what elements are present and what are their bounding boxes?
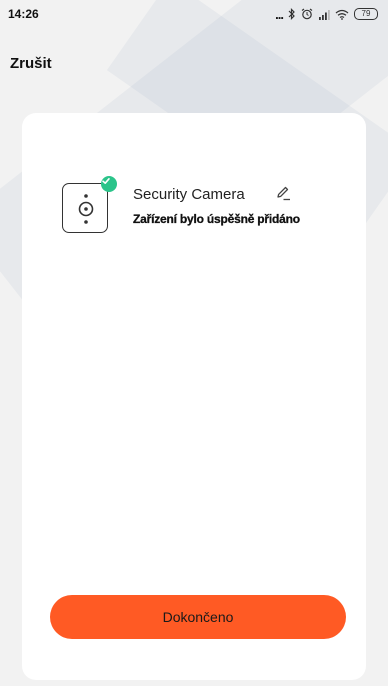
device-status: Zařízení bylo úspěšně přidáno	[133, 212, 300, 226]
more-dots-icon: ...	[275, 6, 284, 22]
check-icon	[101, 176, 117, 192]
screen: 14:26 ... 79 Zrušit Security Camera Zaří…	[0, 0, 388, 686]
result-card: Security Camera Zařízení bylo úspěšně př…	[22, 113, 366, 680]
alarm-icon	[301, 8, 313, 20]
battery-icon: 79	[354, 8, 378, 20]
edit-icon[interactable]	[274, 184, 292, 202]
camera-icon	[62, 176, 117, 233]
device-row: Security Camera Zařízení bylo úspěšně př…	[62, 176, 362, 243]
cancel-button[interactable]: Zrušit	[10, 55, 52, 72]
status-icons: ... 79	[275, 7, 378, 22]
wifi-icon	[335, 9, 349, 20]
status-bar: 14:26 ... 79	[0, 0, 388, 28]
status-time: 14:26	[8, 7, 39, 21]
done-button[interactable]: Dokončeno	[50, 595, 346, 639]
device-name: Security Camera	[133, 186, 245, 203]
bluetooth-icon	[288, 8, 295, 20]
signal-icon	[319, 9, 330, 20]
